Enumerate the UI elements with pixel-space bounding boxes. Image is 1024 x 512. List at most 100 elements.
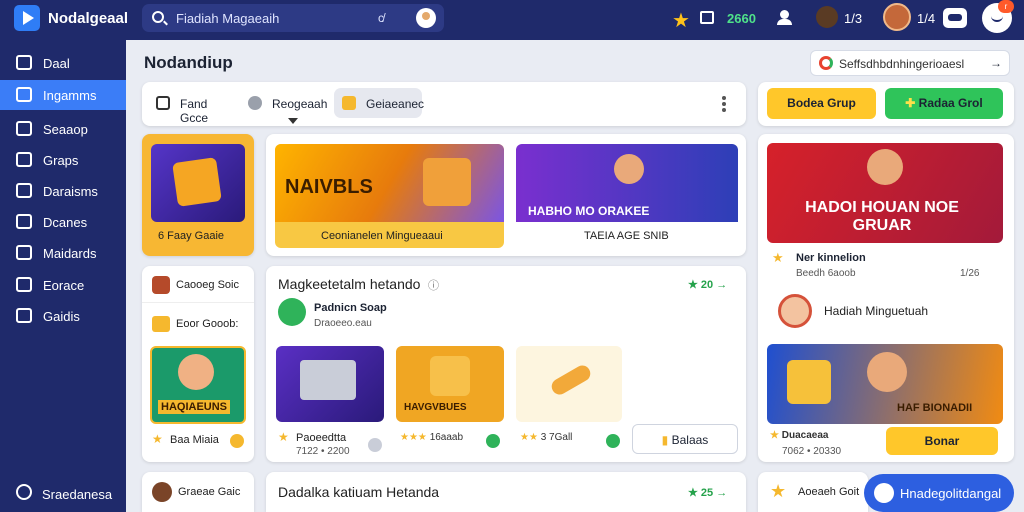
tab-find[interactable]: Fand Gcce: [148, 88, 236, 125]
divider: [142, 302, 254, 303]
sidebar-item-puzzle[interactable]: Gaidis: [0, 301, 126, 331]
ticket-icon: [342, 96, 356, 110]
sidebar-item-shop[interactable]: Seaaop: [0, 114, 126, 144]
user-avatar[interactable]: [778, 294, 812, 328]
star-icon: ★: [770, 481, 787, 501]
tab-bar: Fand Gcce Reogeaah Geiaeanec: [142, 82, 746, 126]
seller-name: Padnicn Soap: [314, 302, 387, 314]
chart-icon: [16, 87, 32, 102]
item-thumb-2[interactable]: HAVGVBUES: [396, 346, 504, 422]
chevron-down-icon[interactable]: [288, 118, 298, 124]
sidebar-item-trend[interactable]: Maidards: [0, 238, 126, 268]
arrow-right-icon: →: [990, 56, 1002, 70]
settings-icon[interactable]: [16, 484, 32, 500]
right-game-rating: Duacaeaa: [781, 430, 829, 441]
player-avatar[interactable]: [816, 6, 838, 28]
search-bar[interactable]: Fiadiah Magaeaih c̸: [142, 4, 444, 32]
item-1-price: 7122 • 2200: [296, 446, 350, 457]
banner-2[interactable]: HABHO MO ORAKEE TAEIA AGE SNIB: [516, 144, 738, 248]
banner-2-title: HABHO MO ORAKEE: [528, 204, 650, 218]
banner-1[interactable]: NAIVBLS Ceonianelen Mingueaaui: [275, 144, 504, 248]
coin-icon: [230, 434, 244, 448]
tab-general[interactable]: Geiaeanec: [334, 88, 424, 118]
page-title: Nodandiup: [144, 53, 233, 72]
sidebar-item-home[interactable]: Daal: [0, 48, 126, 78]
search-input[interactable]: Fiadiah Magaeaih: [176, 11, 279, 26]
google-icon: [819, 56, 833, 70]
tab-research[interactable]: Reogeaah: [240, 88, 332, 118]
right-game-title: HAF BIONADII: [897, 402, 973, 414]
star-icon: ★: [152, 432, 163, 446]
cube-mascot-icon: [172, 157, 222, 207]
join-group-button[interactable]: Bodea Grup: [767, 88, 876, 119]
seller-avatar[interactable]: [278, 298, 306, 326]
balance-button[interactable]: ▮ Balaas: [632, 424, 738, 454]
right-game-thumb[interactable]: HAF BIONADII: [767, 344, 1003, 424]
left-game-thumb[interactable]: HAQIAEUNS: [150, 346, 246, 424]
search-icon: [152, 11, 164, 23]
banner-2-caption: TAEIA AGE SNIB: [584, 230, 669, 242]
right-card-count: 1/26: [960, 268, 980, 279]
arrow-right-icon[interactable]: →: [716, 279, 727, 291]
filter-icon[interactable]: c̸: [378, 11, 384, 25]
search-avatar-icon[interactable]: [416, 8, 436, 28]
app-brand: Nodalgeaal: [48, 10, 129, 27]
star-icon: ★: [278, 430, 289, 444]
featured-side-card[interactable]: 6 Faay Gaaie: [142, 134, 254, 256]
character-avatar: [867, 352, 907, 392]
app-logo-icon[interactable]: [14, 5, 40, 31]
notification-badge: r: [998, 0, 1014, 13]
item-thumb-3[interactable]: [516, 346, 622, 422]
puzzle-icon: [16, 308, 32, 323]
item-thumb-1[interactable]: [276, 346, 384, 422]
language-selector[interactable]: Seffsdhbdnhingerioaesl →: [810, 50, 1010, 76]
info-icon[interactable]: ⓘ: [428, 277, 439, 293]
bottom-card-title: Dadalka katiuam Hetanda: [278, 484, 440, 500]
item-2-name: 16aaab: [429, 432, 464, 443]
sidebar-item-calendar[interactable]: Daraisms: [0, 176, 126, 206]
right-banner[interactable]: HADOI HOUAN NOE GRUAR: [767, 143, 1003, 243]
arrow-right-icon[interactable]: →: [716, 487, 727, 499]
more-icon[interactable]: [722, 96, 726, 112]
left-game-title: HAQIAEUNS: [158, 400, 231, 414]
groups-icon: [16, 152, 32, 167]
sidebar-item-groups[interactable]: Graps: [0, 145, 126, 175]
friends-icon[interactable]: [776, 10, 794, 26]
sidebar-item-upload[interactable]: Eorace: [0, 270, 126, 300]
right-card-user: Hadiah Minguetuah: [824, 304, 929, 318]
gamepad-icon[interactable]: [943, 8, 967, 28]
item-1-title: Paoeedtta: [296, 432, 347, 444]
status-icon: [368, 438, 382, 452]
left-games-card: Caooeg Soic Eoor Gooob: HAQIAEUNS ★ Baa …: [142, 266, 254, 462]
scroll-icon: [548, 362, 594, 398]
user-avatar[interactable]: [883, 3, 911, 31]
trend-up-icon: ★: [688, 487, 701, 499]
coin-icon: ▮: [661, 433, 672, 447]
sidebar: Daal Ingamms Seaaop Graps Daraisms Dcane…: [0, 40, 126, 512]
tab-label: Fand Gcce: [180, 97, 209, 125]
create-group-label: Radaa Grol: [918, 96, 983, 110]
marketplace-card: Magkeetetalm hetando ⓘ ★ 20 → Padnicn So…: [266, 266, 746, 462]
sidebar-item-ingamms[interactable]: Ingamms: [0, 80, 126, 110]
chat-icon: [874, 483, 894, 503]
create-group-button[interactable]: ✚ Radaa Grol: [885, 88, 1003, 119]
sidebar-item-list[interactable]: Dcanes: [0, 207, 126, 237]
wallet-icon[interactable]: [700, 11, 714, 24]
camera-icon: [156, 96, 170, 110]
character-avatar: [867, 149, 903, 185]
right-card-sub: Beedh 6aoob: [796, 268, 856, 279]
chat-button[interactable]: Hnadegolitdangal: [864, 474, 1014, 512]
upload-icon: [16, 277, 32, 292]
sidebar-bottom-label[interactable]: Sraedanesa: [42, 487, 112, 502]
action-card: Bodea Grup ✚ Radaa Grol: [758, 82, 1014, 126]
featured-side-label: 6 Faay Gaaie: [158, 230, 225, 242]
sidebar-item-label: Daraisms: [43, 184, 98, 199]
buy-button[interactable]: Bonar: [886, 427, 998, 455]
calendar-icon: [16, 183, 32, 198]
sidebar-item-label: Eorace: [43, 278, 85, 293]
star-icon[interactable]: ★: [672, 8, 690, 33]
rating-stars: ★★★: [400, 432, 430, 443]
banner-1-title: NAIVBLS: [285, 176, 373, 198]
featured-thumb: [151, 144, 245, 222]
sidebar-item-label: Seaaop: [43, 122, 88, 137]
